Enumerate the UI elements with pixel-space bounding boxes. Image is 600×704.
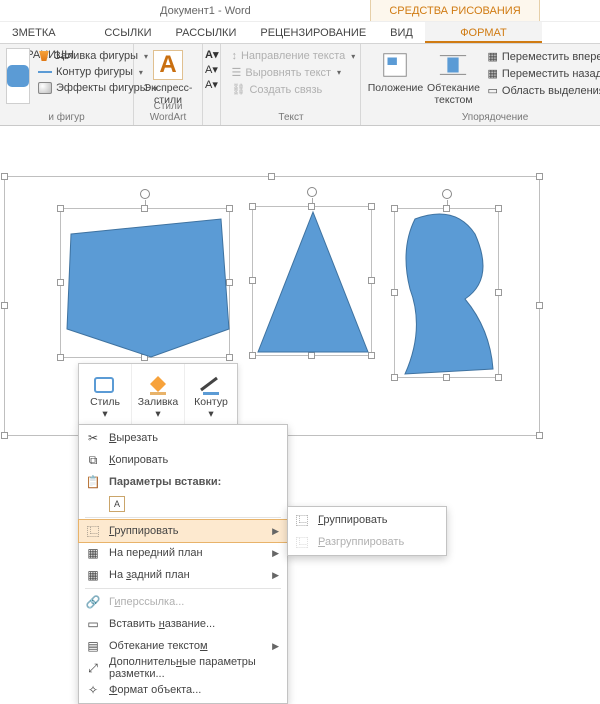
group-icon: ⿺ [294, 512, 310, 528]
send-back-icon: ▦ [85, 567, 101, 583]
ungroup-icon: ⿺ [294, 534, 310, 550]
shape-triangle[interactable] [253, 207, 373, 357]
align-text-icon: ☰ [231, 66, 241, 79]
format-icon: ✧ [85, 682, 101, 698]
rotate-handle-icon[interactable] [140, 189, 150, 199]
mini-outline-button[interactable]: Контур▾ [184, 364, 237, 424]
caption-icon: ▭ [85, 616, 101, 632]
title-bar: Документ1 - Word СРЕДСТВА РИСОВАНИЯ [0, 0, 600, 22]
menu-insert-caption[interactable]: ▭Вставить название... [79, 613, 287, 635]
bucket-icon [38, 51, 50, 61]
shape-3-selection[interactable] [394, 208, 499, 378]
wrap-icon: ▤ [85, 638, 101, 654]
group-shape-styles: Заливка фигуры▾ Контур фигуры▾ Эффекты ф… [0, 44, 134, 125]
menu-paste-options-label: 📋Параметры вставки: [79, 471, 287, 493]
paste-option-icon: A [109, 496, 125, 512]
position-icon [380, 50, 410, 80]
menu-format-object[interactable]: ✧Формат объекта... [79, 679, 287, 701]
tab-references[interactable]: ССЫЛКИ [92, 22, 163, 43]
layout-icon: ⤢ [85, 660, 101, 676]
group-icon: ⿺ [85, 523, 101, 539]
position-button[interactable]: Положение [367, 48, 423, 106]
group-title-text: Текст [221, 112, 360, 123]
mini-fill-button[interactable]: Заливка▾ [131, 364, 184, 424]
fill-icon [144, 374, 172, 396]
shape-pentagon[interactable] [61, 209, 231, 359]
tab-review[interactable]: РЕЦЕНЗИРОВАНИЕ [248, 22, 378, 43]
chevron-right-icon: ▶ [272, 526, 279, 537]
link-icon: ⛓ [231, 83, 245, 96]
group-arrange: Положение Обтекание текстом ▦ Переместит… [361, 44, 600, 125]
group-title-shapes: и фигур [0, 112, 133, 123]
tab-view[interactable]: ВИД [378, 22, 425, 43]
bring-forward-icon: ▦ [487, 50, 497, 63]
effects-icon [38, 82, 52, 94]
bring-front-icon: ▦ [85, 545, 101, 561]
send-backward-icon: ▦ [487, 67, 497, 80]
mini-style-button[interactable]: Стиль▾ [79, 364, 131, 424]
submenu-group[interactable]: ⿺Группировать [288, 509, 446, 531]
ribbon: Заливка фигуры▾ Контур фигуры▾ Эффекты ф… [0, 44, 600, 126]
style-icon [91, 374, 119, 396]
shape-freeform[interactable] [395, 209, 500, 379]
tab-format[interactable]: ФОРМАТ [425, 22, 542, 43]
contextual-tool-tab: СРЕДСТВА РИСОВАНИЯ [370, 0, 540, 21]
wrap-text-button[interactable]: Обтекание текстом [425, 48, 481, 106]
tab-page-layout[interactable]: ЗМЕТКА СТРАНИЦЫ [0, 22, 92, 43]
rotate-handle-icon[interactable] [442, 189, 452, 199]
letter-a-icon: A [153, 50, 183, 80]
rotate-handle-icon[interactable] [307, 187, 317, 197]
menu-wrap-text[interactable]: ▤Обтекание текстом▶ [79, 635, 287, 657]
menu-copy[interactable]: ⧉Копировать [79, 449, 287, 471]
express-styles-button[interactable]: A Экспресс-стили [140, 48, 196, 106]
bring-forward-button[interactable]: ▦ Переместить вперед▾ [483, 48, 600, 65]
group-title-arrange: Упорядочение [361, 112, 600, 123]
shape-1-selection[interactable] [60, 208, 230, 358]
menu-bring-front[interactable]: ▦На передний план▶ [79, 542, 287, 564]
line-icon [38, 71, 52, 73]
tab-mailings[interactable]: РАССЫЛКИ [164, 22, 249, 43]
text-effects-button[interactable]: A▾ [205, 78, 218, 91]
text-outline-button[interactable]: A▾ [205, 63, 218, 76]
group-title-wordart: Стили WordArt [134, 101, 202, 123]
menu-hyperlink[interactable]: 🔗Гиперссылка... [79, 591, 287, 613]
text-direction-icon: ↕ [231, 50, 237, 62]
group-wordart: A Экспресс-стили Стили WordArt [134, 44, 203, 125]
menu-cut[interactable]: ✂ВВырезатьырезать [79, 427, 287, 449]
text-direction-button[interactable]: ↕ Направление текста▾ [227, 48, 354, 64]
document-title: Документ1 - Word [160, 5, 251, 17]
ribbon-tabs: ЗМЕТКА СТРАНИЦЫ ССЫЛКИ РАССЫЛКИ РЕЦЕНЗИР… [0, 22, 600, 44]
group-text: ↕ Направление текста▾ ☰ Выровнять текст▾… [221, 44, 361, 125]
submenu-ungroup[interactable]: ⿺Разгруппировать [288, 531, 446, 553]
menu-send-back[interactable]: ▦На задний план▶ [79, 564, 287, 586]
send-backward-button[interactable]: ▦ Переместить назад▾ [483, 65, 600, 82]
link-icon: 🔗 [85, 594, 101, 610]
align-text-button[interactable]: ☰ Выровнять текст▾ [227, 64, 354, 81]
menu-paste-option-keep-text[interactable]: A [79, 493, 287, 515]
text-fill-button[interactable]: A▾ [205, 48, 218, 61]
shape-2-selection[interactable] [252, 206, 372, 356]
selection-pane-icon: ▭ [487, 84, 497, 97]
group-wordart-swatches: A▾ A▾ A▾ [203, 44, 221, 125]
mini-toolbar: Стиль▾ Заливка▾ Контур▾ [78, 363, 238, 425]
shape-style-gallery[interactable] [6, 48, 30, 104]
wrap-icon [438, 50, 468, 80]
outline-icon [197, 374, 225, 396]
group-submenu: ⿺Группировать ⿺Разгруппировать [287, 506, 447, 556]
scissors-icon: ✂ [85, 430, 101, 446]
menu-more-layout[interactable]: ⤢Дополнительные параметры разметки... [79, 657, 287, 679]
clipboard-icon: 📋 [85, 474, 101, 490]
context-menu: ✂ВВырезатьырезать ⧉Копировать 📋Параметры… [78, 424, 288, 704]
selection-pane-button[interactable]: ▭ Область выделения [483, 82, 600, 99]
copy-icon: ⧉ [85, 452, 101, 468]
menu-group[interactable]: ⿺Группировать▶ [79, 520, 287, 542]
create-link-button[interactable]: ⛓ Создать связь [227, 81, 354, 98]
document-canvas[interactable]: Стиль▾ Заливка▾ Контур▾ ✂ВВырезатьырезат… [0, 128, 600, 566]
